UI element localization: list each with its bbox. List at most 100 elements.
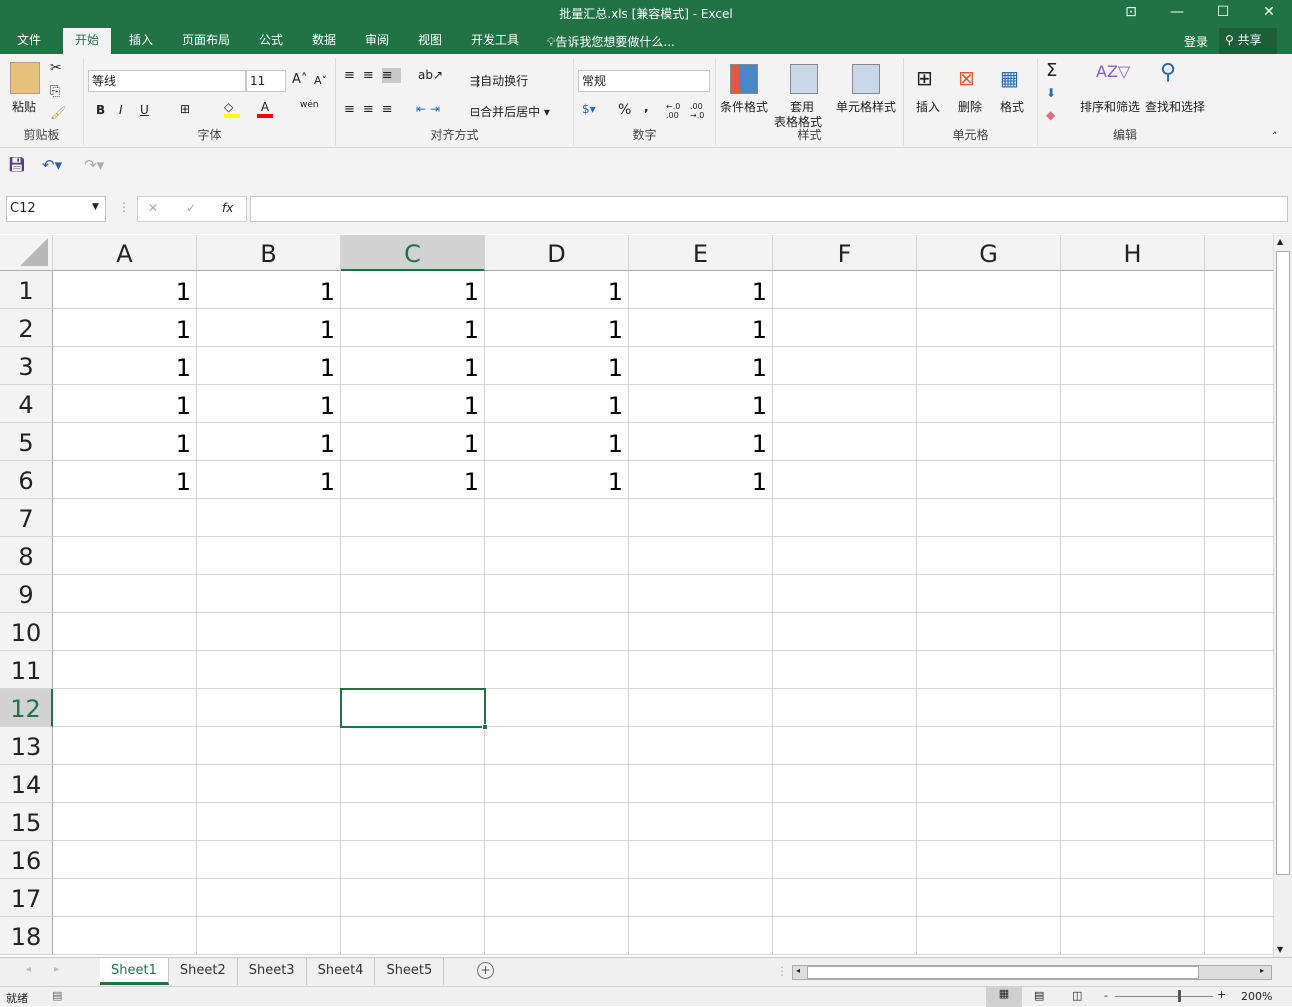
cell[interactable]: 1	[485, 309, 629, 347]
fill-handle[interactable]	[482, 724, 488, 730]
cell[interactable]: 1	[485, 461, 629, 499]
cell[interactable]	[1205, 613, 1273, 651]
cell[interactable]	[53, 537, 197, 575]
cell[interactable]: 1	[53, 423, 197, 461]
cell[interactable]: 1	[197, 423, 341, 461]
cell[interactable]	[53, 841, 197, 879]
cell[interactable]	[53, 651, 197, 689]
cell[interactable]	[1205, 879, 1273, 917]
font-color-icon[interactable]: A	[257, 100, 273, 118]
cell[interactable]	[485, 651, 629, 689]
row-header[interactable]: 11	[0, 651, 53, 689]
paste-button[interactable]: 粘贴	[12, 98, 36, 115]
cell[interactable]	[1061, 613, 1205, 651]
column-header[interactable]: A	[53, 235, 197, 271]
row-header[interactable]: 18	[0, 917, 53, 955]
cell[interactable]	[1205, 385, 1273, 423]
cell[interactable]	[1205, 461, 1273, 499]
cell[interactable]	[197, 575, 341, 613]
redo-icon[interactable]: ↷▾	[84, 156, 104, 174]
cell[interactable]	[773, 537, 917, 575]
cell[interactable]	[341, 651, 485, 689]
cell[interactable]	[1061, 765, 1205, 803]
sort-filter-button[interactable]: 排序和筛选	[1080, 98, 1140, 115]
cell[interactable]	[773, 841, 917, 879]
column-header[interactable]: H	[1061, 235, 1205, 271]
scroll-right-icon[interactable]: ▸	[1260, 966, 1264, 975]
column-header[interactable]: D	[485, 235, 629, 271]
cell[interactable]	[773, 727, 917, 765]
cell[interactable]	[341, 499, 485, 537]
cell[interactable]	[1205, 575, 1273, 613]
cell[interactable]: 1	[341, 461, 485, 499]
decrease-decimal-button[interactable]: .00 →.0	[690, 102, 712, 120]
percent-button[interactable]: %	[618, 102, 631, 118]
cell[interactable]	[1205, 499, 1273, 537]
cell[interactable]	[485, 575, 629, 613]
cut-icon[interactable]: ✂	[50, 60, 62, 76]
cell[interactable]	[485, 879, 629, 917]
tab-review[interactable]: 审阅	[353, 28, 401, 54]
cell[interactable]	[53, 613, 197, 651]
cell[interactable]	[1061, 689, 1205, 727]
cell[interactable]: 1	[629, 347, 773, 385]
vertical-align-icons[interactable]: ≡≡≡	[344, 68, 401, 83]
cell[interactable]	[1061, 917, 1205, 955]
cell[interactable]	[341, 613, 485, 651]
row-header[interactable]: 14	[0, 765, 53, 803]
cell[interactable]	[53, 499, 197, 537]
cell[interactable]	[485, 727, 629, 765]
cell[interactable]	[341, 765, 485, 803]
cell[interactable]	[629, 651, 773, 689]
sheet-tab[interactable]: Sheet5	[375, 958, 445, 985]
cell[interactable]	[1205, 803, 1273, 841]
cell-styles-button[interactable]: 单元格样式	[836, 98, 896, 115]
cell[interactable]	[917, 803, 1061, 841]
row-header[interactable]: 16	[0, 841, 53, 879]
italic-button[interactable]: I	[119, 103, 123, 117]
cell[interactable]	[485, 689, 629, 727]
cell[interactable]	[917, 689, 1061, 727]
cell[interactable]	[341, 727, 485, 765]
cell[interactable]	[917, 879, 1061, 917]
cell[interactable]	[197, 689, 341, 727]
cell[interactable]	[773, 651, 917, 689]
cell[interactable]	[341, 803, 485, 841]
tab-page-layout[interactable]: 页面布局	[170, 28, 242, 54]
cell[interactable]	[629, 727, 773, 765]
cell[interactable]	[1061, 347, 1205, 385]
horizontal-scrollbar[interactable]: ◂ ▸	[792, 965, 1272, 980]
cell[interactable]	[773, 879, 917, 917]
cell[interactable]: 1	[197, 309, 341, 347]
row-header[interactable]: 10	[0, 613, 53, 651]
cell[interactable]	[629, 613, 773, 651]
cell[interactable]	[1061, 309, 1205, 347]
select-all-corner[interactable]	[0, 235, 53, 271]
scroll-up-icon[interactable]: ▲	[1277, 237, 1283, 246]
cell[interactable]: 1	[53, 461, 197, 499]
cell[interactable]	[197, 613, 341, 651]
sheet-tab[interactable]: Sheet2	[169, 958, 238, 985]
sheet-tab[interactable]: Sheet4	[307, 958, 376, 985]
formula-input[interactable]	[250, 196, 1288, 222]
tell-me-search[interactable]: 💡︎告诉我您想要做什么...	[547, 33, 675, 50]
row-header[interactable]: 3	[0, 347, 53, 385]
row-header[interactable]: 1	[0, 271, 53, 309]
cell[interactable]	[53, 765, 197, 803]
cell[interactable]	[53, 727, 197, 765]
cell[interactable]	[1205, 727, 1273, 765]
delete-cells-button[interactable]: 删除	[958, 98, 982, 115]
cell[interactable]	[917, 575, 1061, 613]
cell[interactable]	[773, 309, 917, 347]
cell[interactable]: 1	[197, 385, 341, 423]
column-header[interactable]: E	[629, 235, 773, 271]
cell[interactable]	[629, 841, 773, 879]
cell[interactable]	[341, 841, 485, 879]
cell[interactable]: 1	[485, 347, 629, 385]
cell[interactable]	[1205, 689, 1273, 727]
cell[interactable]	[53, 575, 197, 613]
cell[interactable]	[53, 879, 197, 917]
cell[interactable]	[485, 765, 629, 803]
cell[interactable]	[917, 651, 1061, 689]
next-sheet-icon[interactable]: ▸	[54, 964, 59, 975]
